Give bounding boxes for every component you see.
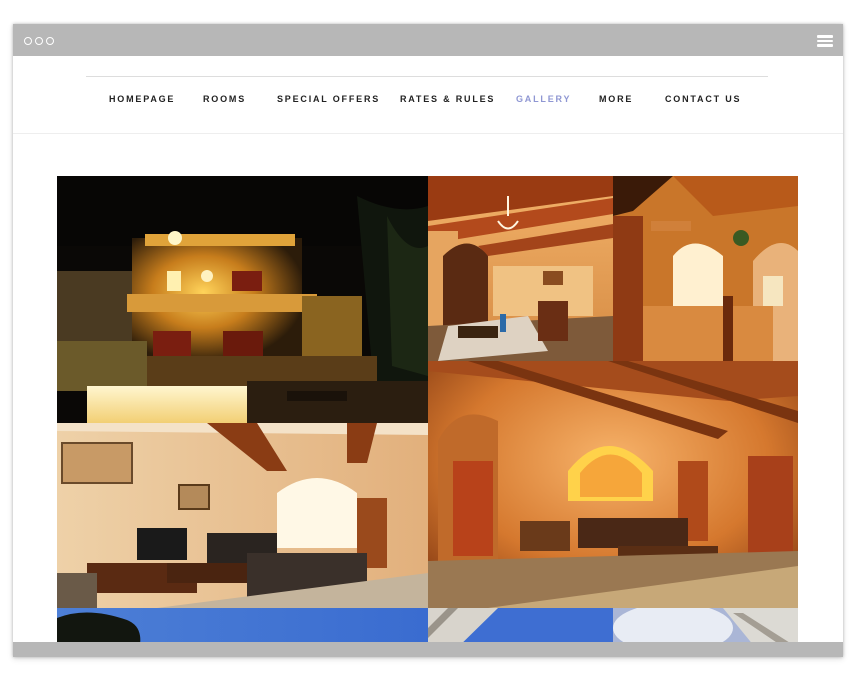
window-dot-icon[interactable] xyxy=(24,37,32,45)
nav-item-more[interactable]: MORE xyxy=(599,94,633,104)
gallery-photo-dining-room[interactable] xyxy=(428,176,613,361)
photo-gallery xyxy=(57,176,798,657)
browser-window: HOMEPAGE ROOMS SPECIAL OFFERS RATES & RU… xyxy=(13,24,843,657)
window-bottom-bar xyxy=(13,642,843,657)
gallery-photo-living-room[interactable] xyxy=(57,423,428,608)
nav-item-gallery[interactable]: GALLERY xyxy=(516,94,571,104)
nav-item-homepage[interactable]: HOMEPAGE xyxy=(109,94,175,104)
window-dot-icon[interactable] xyxy=(35,37,43,45)
window-dot-icon[interactable] xyxy=(46,37,54,45)
gallery-photo-stone-hallway[interactable] xyxy=(613,176,798,361)
nav-item-special-offers[interactable]: SPECIAL OFFERS xyxy=(277,94,380,104)
window-titlebar xyxy=(13,24,843,56)
nav-divider xyxy=(86,76,768,77)
nav-item-rates-rules[interactable]: RATES & RULES xyxy=(400,94,495,104)
hamburger-menu-icon[interactable] xyxy=(817,35,833,47)
gallery-photo-exterior-night[interactable] xyxy=(57,176,428,423)
gallery-photo-arched-lounge[interactable] xyxy=(428,361,798,608)
nav-item-rooms[interactable]: ROOMS xyxy=(203,94,246,104)
main-navigation: HOMEPAGE ROOMS SPECIAL OFFERS RATES & RU… xyxy=(13,56,843,134)
nav-item-contact-us[interactable]: CONTACT US xyxy=(665,94,741,104)
